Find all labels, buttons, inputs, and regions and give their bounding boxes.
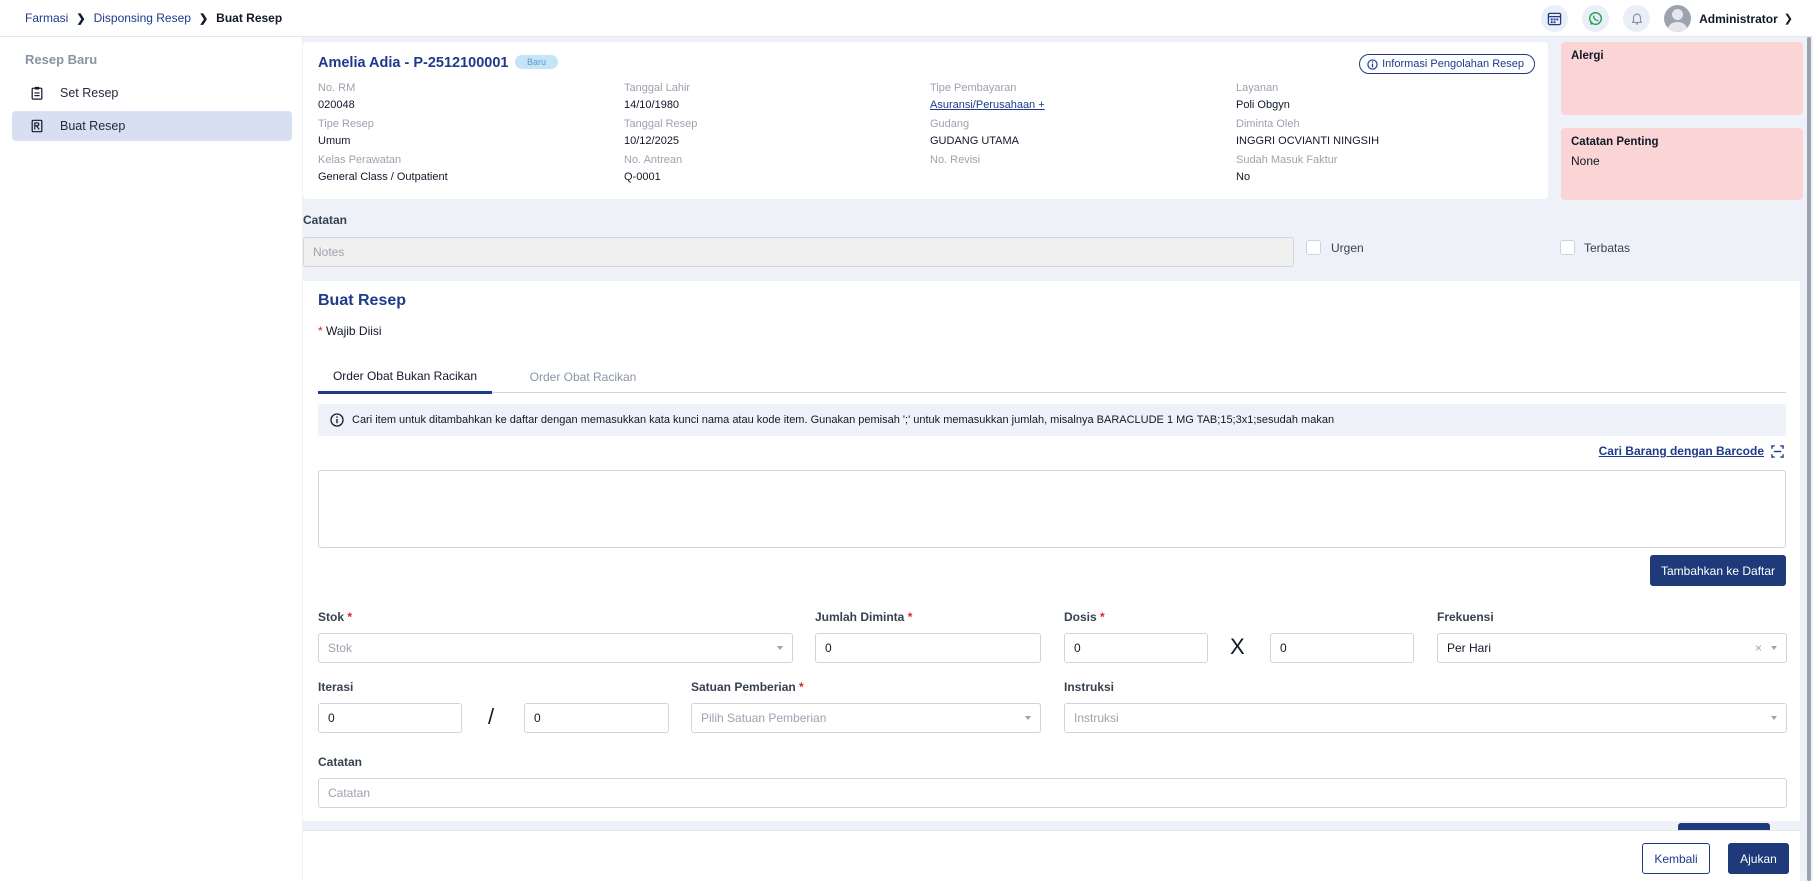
sidebar-title: Resep Baru <box>25 52 98 67</box>
form-title: Buat Resep <box>318 292 407 309</box>
submit-button[interactable]: Ajukan <box>1728 843 1789 874</box>
page-scrollbar[interactable] <box>1807 37 1811 881</box>
info-tipe-resep: Tipe Resep Umum <box>318 118 374 147</box>
patient-info-grid: No. RM 020048 Tanggal Lahir 14/10/1980 Tip… <box>318 82 1538 185</box>
info-tanggal-resep: Tanggal Resep 10/12/2025 <box>624 118 698 147</box>
chevron-down-icon <box>1771 646 1777 650</box>
info-kelas-perawatan: Kelas Perawatan General Class / Outpatien… <box>318 154 448 183</box>
info-no-antrean: No. Antrean Q-0001 <box>624 154 683 183</box>
chevron-down-icon[interactable]: ❯ <box>1784 12 1793 25</box>
tab-order-racikan[interactable]: Order Obat Racikan <box>508 361 658 393</box>
back-button[interactable]: Kembali <box>1642 843 1710 874</box>
clipboard-icon <box>31 86 43 100</box>
user-name[interactable]: Administrator <box>1699 12 1778 26</box>
instruksi-label: Instruksi <box>1064 680 1115 694</box>
iterasi-input-b[interactable]: 0 <box>524 703 669 733</box>
info-tipe-pembayaran: Tipe Pembayaran Asuransi/Perusahaan + <box>930 82 1236 113</box>
info-icon <box>330 413 344 427</box>
satuan-pemberian-label: Satuan Pemberian * <box>691 680 804 694</box>
order-tabs: Order Obat Bukan Racikan Order Obat Raci… <box>318 361 1786 394</box>
urgent-checkbox[interactable] <box>1306 240 1321 255</box>
sidebar-item-buat-resep[interactable]: Buat Resep <box>12 111 292 141</box>
iterasi-label: Iterasi <box>318 680 354 694</box>
info-tanggal-lahir: Tanggal Lahir 14/10/1980 <box>624 82 691 111</box>
important-note-panel: Catatan Penting None <box>1561 128 1803 200</box>
jumlah-diminta-input[interactable]: 0 <box>815 633 1041 663</box>
barcode-scan-icon <box>1771 444 1784 458</box>
clear-icon[interactable]: × <box>1755 641 1762 655</box>
info-no-rm: No. RM 020048 <box>318 82 356 111</box>
patient-name: Amelia Adia - P-2512100001 <box>318 55 509 71</box>
important-note-title: Catatan Penting <box>1571 136 1659 148</box>
chevron-down-icon <box>1771 716 1777 720</box>
frekuensi-label: Frekuensi <box>1437 610 1494 624</box>
info-diminta-oleh: Diminta Oleh INGGRI OCVIANTI NINGSIH <box>1236 118 1380 147</box>
instruksi-select[interactable]: Instruksi <box>1064 703 1787 733</box>
info-icon <box>1367 58 1378 70</box>
avatar[interactable] <box>1664 5 1692 32</box>
bell-icon[interactable] <box>1623 5 1651 32</box>
item-search-textarea[interactable] <box>318 470 1786 548</box>
sidebar-item-set-resep[interactable]: Set Resep <box>12 78 292 108</box>
breadcrumb-farmasi[interactable]: Farmasi <box>25 11 68 25</box>
sidebar-item-label: Buat Resep <box>60 119 126 133</box>
chevron-right-icon: ❯ <box>76 12 86 25</box>
notes-input[interactable]: Notes <box>303 237 1294 267</box>
catatan-item-input[interactable]: Catatan <box>318 778 1787 808</box>
info-pengolahan-resep-button[interactable]: Informasi Pengolahan Resep <box>1359 54 1535 74</box>
jumlah-diminta-label: Jumlah Diminta * <box>815 610 913 624</box>
frekuensi-select[interactable]: Per Hari × <box>1437 633 1787 663</box>
top-bar: Farmasi ❯ Disponsing Resep ❯ Buat Resep … <box>0 0 1813 37</box>
dosis-label: Dosis * <box>1064 610 1105 624</box>
whatsapp-icon[interactable] <box>1582 5 1610 32</box>
catatan-item-label: Catatan <box>318 755 363 769</box>
sidebar: Resep Baru Set Resep Buat Resep <box>0 37 302 881</box>
tab-order-bukan-racikan[interactable]: Order Obat Bukan Racikan <box>318 361 492 394</box>
allergy-title: Alergi <box>1571 50 1604 62</box>
status-badge: Baru <box>515 55 559 69</box>
chevron-down-icon <box>1025 716 1031 720</box>
info-sudah-masuk-faktur: Sudah Masuk Faktur No <box>1236 154 1338 183</box>
important-note-value: None <box>1571 154 1600 168</box>
times-symbol: X <box>1230 634 1245 659</box>
info-no-revisi: No. Revisi <box>930 154 981 166</box>
breadcrumb-disponsing-resep[interactable]: Disponsing Resep <box>94 11 191 25</box>
required-note: * Wajib Diisi <box>318 324 382 338</box>
info-gudang: Gudang GUDANG UTAMA <box>930 118 1020 147</box>
slash-symbol: / <box>488 704 495 729</box>
sidebar-item-label: Set Resep <box>60 86 119 100</box>
chevron-down-icon <box>777 646 783 650</box>
prescription-icon <box>31 119 43 133</box>
prescription-form: Buat Resep * Wajib Diisi Order Obat Buka… <box>303 281 1800 831</box>
info-layanan: Layanan Poli Obgyn <box>1236 82 1290 111</box>
urgent-label: Urgen <box>1331 241 1364 255</box>
dosis-input-b[interactable]: 0 <box>1270 633 1414 663</box>
barcode-search-link[interactable]: Cari Barang dengan Barcode <box>1599 444 1784 458</box>
add-to-list-button[interactable]: Tambahkan ke Daftar <box>1650 555 1786 586</box>
chevron-right-icon: ❯ <box>198 12 209 25</box>
satuan-pemberian-select[interactable]: Pilih Satuan Pemberian <box>691 703 1041 733</box>
restricted-label: Terbatas <box>1584 241 1631 255</box>
footer-bar: Kembali Ajukan <box>303 830 1800 881</box>
dosis-input-a[interactable]: 0 <box>1064 633 1208 663</box>
stok-select[interactable]: Stok <box>318 633 793 663</box>
patient-info-card: Amelia Adia - P-2512100001 Baru Informas… <box>303 42 1548 199</box>
allergy-panel: Alergi <box>1561 42 1803 115</box>
breadcrumb-current: Buat Resep <box>216 11 283 25</box>
catatan-label: Catatan <box>303 213 348 227</box>
stok-label: Stok * <box>318 610 353 624</box>
iterasi-input-a[interactable]: 0 <box>318 703 462 733</box>
tipe-pembayaran-link[interactable]: Asuransi/Perusahaan + <box>930 99 1236 113</box>
calendar-icon[interactable] <box>1541 5 1569 32</box>
breadcrumb: Farmasi ❯ Disponsing Resep ❯ Buat Resep <box>0 11 282 25</box>
restricted-checkbox[interactable] <box>1560 240 1575 255</box>
search-hint: Cari item untuk ditambahkan ke daftar de… <box>318 404 1786 436</box>
